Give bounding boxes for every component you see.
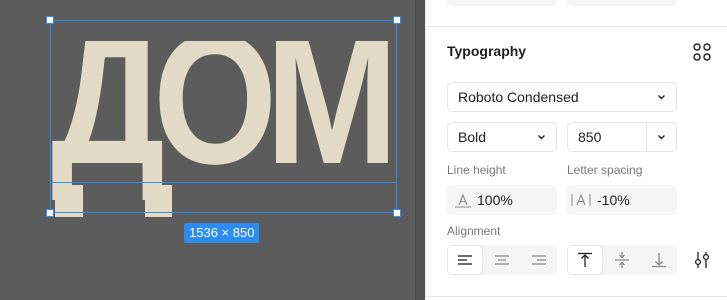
font-family-value: Roboto Condensed [458,89,579,105]
align-center-icon [495,255,509,265]
text-baseline-guide [50,182,397,183]
type-settings-sliders-icon[interactable] [692,250,712,270]
alignment-label: Alignment [447,224,501,238]
letter-spacing-label: Letter spacing [567,163,643,177]
align-right-button[interactable] [521,245,557,275]
align-top-button[interactable] [567,245,603,275]
font-size-value: 850 [578,129,602,145]
canvas-scrollbar[interactable] [415,0,425,300]
vertical-align-group [567,245,677,275]
line-height-value: 100% [477,192,513,208]
align-bottom-icon [652,253,666,268]
previous-section-field [567,0,677,6]
line-height-icon [455,193,471,208]
align-left-button[interactable] [447,245,483,275]
align-left-icon [458,255,472,265]
font-weight-value: Bold [458,129,487,145]
dimensions-badge: 1536 × 850 [184,223,260,243]
align-right-icon [532,255,546,265]
resize-handle-top-right[interactable] [393,16,401,24]
chevron-down-icon [658,95,665,100]
chevron-down-icon [538,135,545,140]
section-title: Typography [447,43,527,59]
section-divider [426,26,727,27]
font-weight-select[interactable]: Bold [447,122,557,152]
line-height-input[interactable]: 100% [447,185,557,215]
horizontal-align-group [447,245,557,275]
align-center-button[interactable] [484,245,520,275]
line-height-label: Line height [447,163,506,177]
letter-spacing-value: -10% [597,192,630,208]
font-size-input[interactable]: 850 [567,122,677,152]
design-canvas[interactable]: ДОМ 1536 × 850 [0,0,415,300]
font-size-dropdown[interactable] [646,123,676,151]
four-dots-grid-icon[interactable] [692,42,712,62]
align-middle-button[interactable] [604,245,640,275]
font-family-select[interactable]: Roboto Condensed [447,82,677,112]
resize-handle-bottom-right[interactable] [393,209,401,217]
letter-spacing-input[interactable]: -10% [567,185,677,215]
resize-handle-top-left[interactable] [46,16,54,24]
letter-spacing-icon [571,193,591,206]
section-divider [426,296,727,297]
selection-frame[interactable] [50,20,397,213]
previous-section-field [447,0,557,6]
chevron-down-icon [658,135,665,140]
align-top-icon [578,252,592,267]
align-middle-icon [615,252,629,268]
resize-handle-bottom-left[interactable] [46,209,54,217]
properties-panel: Typography Roboto Condensed Bold 850 Lin… [426,0,727,300]
align-bottom-button[interactable] [641,245,677,275]
